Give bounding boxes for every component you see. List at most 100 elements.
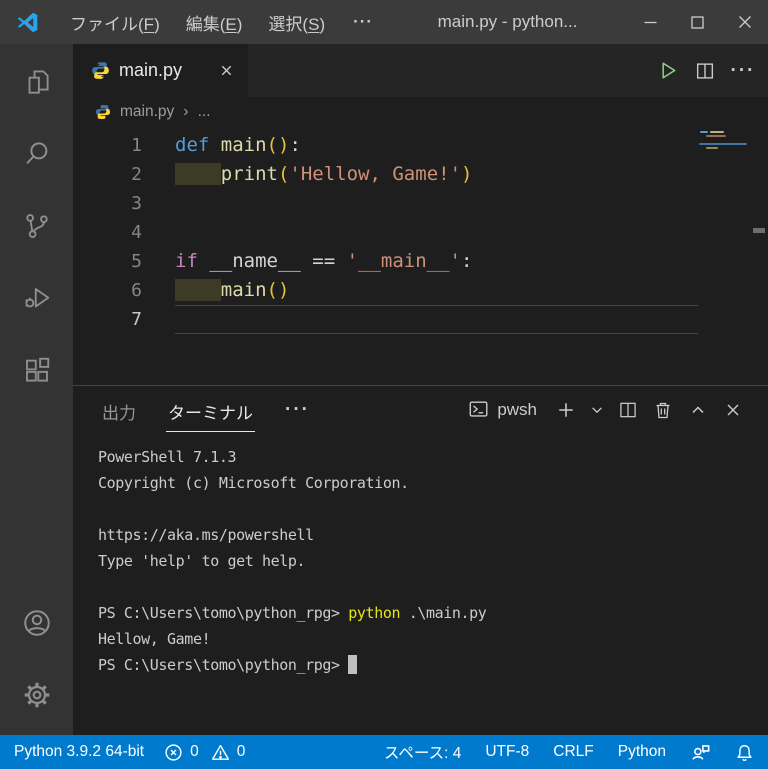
python-interpreter-status[interactable]: Python 3.9.2 64-bit — [14, 743, 144, 761]
warning-icon — [211, 744, 229, 760]
menu-overflow-ellipsis[interactable]: ··· — [338, 0, 388, 44]
settings-button[interactable] — [0, 659, 73, 731]
eol-status[interactable]: CRLF — [553, 743, 593, 761]
tab-bar: main.py ··· — [73, 44, 768, 97]
terminal-line-6 — [98, 574, 768, 600]
close-icon — [727, 404, 739, 415]
line-number: 4 — [131, 222, 142, 243]
error-count: 0 — [190, 743, 199, 760]
sidebar-item-search[interactable] — [0, 118, 73, 190]
settings-gear-icon — [24, 682, 49, 708]
line-number: 1 — [131, 135, 142, 156]
minimap[interactable] — [698, 127, 750, 385]
sidebar-item-run-debug[interactable] — [0, 262, 73, 334]
terminal-shell-selector[interactable]: pwsh — [468, 399, 537, 421]
title-bar: ファイル(F) 編集(E) 選択(S) ··· main.py - python… — [0, 0, 768, 44]
line-number: 2 — [131, 164, 142, 185]
terminal-line-7: PS C:\Users\tomo\python_rpg> python .\ma… — [98, 604, 487, 622]
terminal-cursor — [348, 655, 358, 674]
encoding-status[interactable]: UTF-8 — [485, 743, 529, 761]
terminal-line-4: https://aka.ms/powershell — [98, 526, 314, 544]
source-control-icon — [25, 214, 48, 238]
python-file-icon — [92, 62, 109, 79]
files-icon — [28, 70, 49, 94]
bell-icon — [737, 744, 752, 761]
python-file-icon — [96, 105, 110, 119]
breadcrumb-separator: › — [183, 103, 189, 120]
kill-terminal-button[interactable] — [650, 397, 676, 423]
split-terminal-button[interactable] — [615, 397, 641, 423]
code-line-2[interactable]: 2 print('Hellow, Game!') — [73, 160, 768, 189]
feedback-button[interactable] — [690, 742, 711, 763]
menu-edit[interactable]: 編集(E) — [173, 0, 256, 44]
editor-scrollbar[interactable] — [750, 127, 768, 385]
line-number: 6 — [131, 280, 142, 301]
warning-count: 0 — [236, 743, 246, 760]
maximize-button[interactable] — [674, 0, 721, 44]
menu-selection[interactable]: 選択(S) — [255, 0, 338, 44]
chevron-up-icon — [692, 405, 704, 413]
account-button[interactable] — [0, 587, 73, 659]
tab-close-button[interactable] — [219, 63, 234, 78]
close-icon — [221, 65, 232, 76]
tab-output[interactable]: 出力 — [100, 388, 138, 432]
sidebar-item-extensions[interactable] — [0, 334, 73, 406]
minimize-icon — [644, 21, 657, 23]
code-line-6[interactable]: 6 main() — [73, 276, 768, 305]
sidebar-item-explorer[interactable] — [0, 46, 73, 118]
close-icon — [738, 16, 751, 28]
code-line-1[interactable]: 1 def main(): — [73, 131, 768, 160]
terminal-line-9: PS C:\Users\tomo\python_rpg> — [98, 652, 768, 678]
code-editor[interactable]: 1 def main(): 2 print('Hellow, Game!') 3 4 5 i… — [73, 127, 768, 389]
maximize-panel-button[interactable] — [685, 397, 711, 423]
close-window-button[interactable] — [721, 0, 768, 44]
extensions-icon — [25, 357, 49, 382]
code-line-7[interactable]: 7 — [73, 305, 768, 334]
code-text: def main(): — [175, 134, 301, 156]
trash-icon — [656, 402, 670, 418]
terminal-line-1: PowerShell 7.1.3 — [98, 448, 237, 466]
close-panel-button[interactable] — [720, 397, 746, 423]
panel-more-tabs-button[interactable]: ··· — [285, 399, 310, 421]
run-icon — [661, 62, 675, 79]
vscode-logo-icon — [17, 12, 38, 32]
notifications-button[interactable] — [735, 743, 754, 762]
run-debug-icon — [24, 288, 49, 308]
account-icon — [23, 610, 50, 636]
breadcrumb-file[interactable]: main.py — [120, 103, 174, 121]
tab-label: main.py — [119, 60, 183, 80]
terminal-line-2: Copyright (c) Microsoft Corporation. — [98, 474, 409, 492]
terminal-output[interactable]: PowerShell 7.1.3 Copyright (c) Microsoft … — [73, 433, 768, 678]
feedback-icon — [692, 744, 710, 760]
chevron-down-icon — [592, 406, 602, 413]
terminal-pwsh-icon — [469, 401, 488, 417]
error-icon — [165, 743, 182, 761]
terminal-dropdown-button[interactable] — [588, 397, 606, 423]
terminal-line-5: Type 'help' to get help. — [98, 552, 306, 570]
problems-status[interactable]: 0 0 — [164, 743, 253, 762]
code-line-5[interactable]: 5 if __name__ == '__main__': — [73, 247, 768, 276]
code-line-3[interactable]: 3 — [73, 189, 768, 218]
activity-bar — [0, 44, 73, 735]
search-icon — [25, 142, 47, 165]
indentation-status[interactable]: スペース: 4 — [384, 741, 461, 763]
tab-terminal[interactable]: ターミナル — [166, 388, 255, 432]
code-text: main() — [175, 276, 698, 305]
code-text: print('Hellow, Game!') — [175, 160, 698, 189]
cursor-position-marker — [753, 228, 765, 233]
sidebar-item-source-control[interactable] — [0, 190, 73, 262]
tab-main-py[interactable]: main.py — [73, 44, 248, 97]
new-terminal-button[interactable] — [553, 397, 579, 423]
breadcrumb: main.py › ... — [73, 97, 768, 127]
language-mode-status[interactable]: Python — [618, 743, 666, 761]
split-editor-button[interactable] — [692, 58, 718, 84]
editor-more-actions-button[interactable]: ··· — [730, 58, 756, 84]
line-number: 5 — [131, 251, 142, 272]
minimize-button[interactable] — [627, 0, 674, 44]
run-python-file-button[interactable] — [654, 58, 680, 84]
code-line-4[interactable]: 4 — [73, 218, 768, 247]
breadcrumb-symbol[interactable]: ... — [198, 103, 211, 121]
menu-file[interactable]: ファイル(F) — [57, 0, 173, 44]
